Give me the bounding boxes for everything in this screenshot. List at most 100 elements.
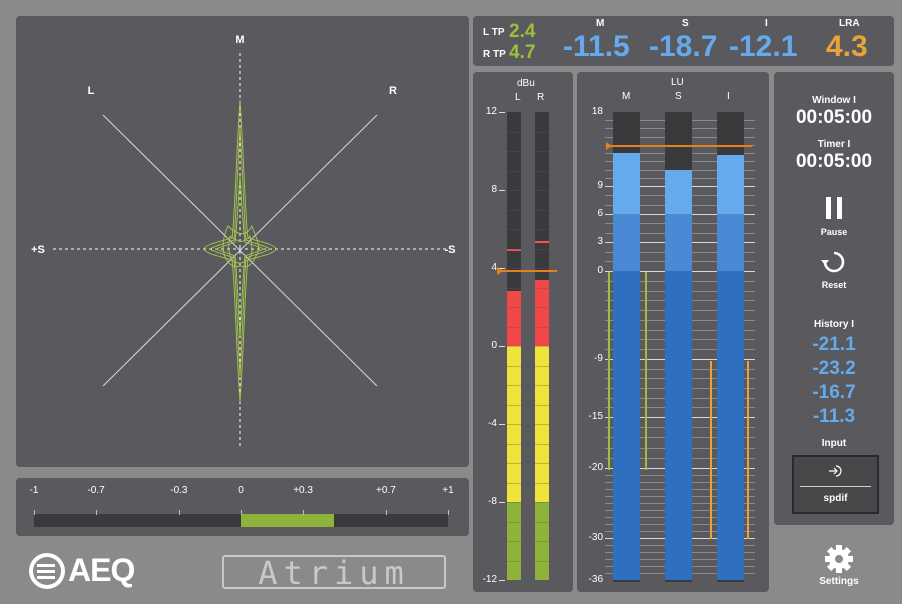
correlation-tick: +0.3 xyxy=(293,485,313,496)
l-tp-label: L TP xyxy=(483,27,505,38)
lu-bar-s xyxy=(665,112,692,582)
dbu-scale-label: 8 xyxy=(491,184,497,195)
meter-segment xyxy=(717,271,744,580)
range-marker-green-1 xyxy=(608,272,610,470)
dbu-meter-panel: dBu L R 12 8 4 0 -4 -8 -12 xyxy=(473,72,573,592)
meter-grid xyxy=(535,560,549,562)
s-label: S xyxy=(682,18,689,29)
meter-grid xyxy=(535,346,549,347)
aeq-logo: AEQ xyxy=(26,549,166,593)
atrium-logo: Atrium xyxy=(222,555,446,589)
correlation-tick-mark xyxy=(385,510,387,515)
meter-grid xyxy=(507,560,521,562)
lu-ch-m: M xyxy=(622,91,631,102)
meter-segment xyxy=(717,214,744,271)
dbu-scale-label: 12 xyxy=(485,106,497,117)
dbu-scale-label: 0 xyxy=(491,340,497,351)
dbu-title: dBu xyxy=(517,78,535,89)
lu-meter-panel: LU M S I 18 9 6 3 0 -9 -15 -20 -30 -36 xyxy=(577,72,769,592)
dbu-scale-tick xyxy=(499,346,505,347)
timer-value: 00:05:00 xyxy=(795,151,873,172)
meter-grid xyxy=(507,229,521,230)
meter-grid xyxy=(535,443,549,445)
input-icon xyxy=(829,465,842,477)
lu-scale-label: 0 xyxy=(597,265,603,276)
lu-target-marker xyxy=(607,144,752,147)
aeq-logo-text: AEQ xyxy=(68,552,135,588)
meter-grid xyxy=(507,424,521,425)
settings-button[interactable]: Settings xyxy=(812,543,866,593)
correlation-tick-mark xyxy=(96,510,98,515)
i-label: I xyxy=(765,18,768,29)
meter-grid xyxy=(507,170,521,172)
meter-grid xyxy=(507,541,521,542)
vectorscope-label-l: L xyxy=(88,85,95,97)
lu-scale-label: 6 xyxy=(597,208,603,219)
meter-segment xyxy=(665,169,692,214)
meter-grid xyxy=(507,502,521,503)
m-label: M xyxy=(596,18,605,29)
correlation-tick: +0.7 xyxy=(376,485,396,496)
dbu-scale-label: -8 xyxy=(488,496,497,507)
meter-grid xyxy=(535,385,549,386)
meter-grid xyxy=(535,268,549,269)
lu-scale-label: -15 xyxy=(588,411,603,422)
input-selector[interactable]: spdif xyxy=(792,455,879,514)
l-tp-value: 2.4 xyxy=(509,21,536,42)
input-value: spdif xyxy=(823,493,848,504)
range-marker-orange-2 xyxy=(747,361,749,539)
range-marker-green-2 xyxy=(645,272,647,470)
meter-segment xyxy=(613,214,640,271)
meter-grid xyxy=(535,463,549,464)
history-list: -21.1 -23.2 -16.7 -11.3 xyxy=(774,333,894,429)
meter-grid xyxy=(507,404,521,406)
meter-segment xyxy=(535,279,549,346)
pause-label: Pause xyxy=(820,227,848,237)
meter-grid xyxy=(535,424,549,425)
meter-grid xyxy=(535,326,549,328)
meter-grid xyxy=(535,229,549,230)
correlation-tick-mark xyxy=(178,510,180,515)
dbu-reference-arrow-icon xyxy=(497,266,503,275)
correlation-tick-mark xyxy=(34,510,35,515)
lra-value: 4.3 xyxy=(826,30,868,63)
meter-grid xyxy=(535,502,549,503)
meter-grid xyxy=(507,209,521,211)
lu-bar-i xyxy=(717,112,744,582)
window-label: Window I xyxy=(812,95,856,106)
meter-grid xyxy=(507,365,521,367)
meter-grid xyxy=(535,482,549,484)
meter-grid xyxy=(535,131,549,133)
vectorscope-panel: M L R +S -S xyxy=(16,16,469,467)
pause-button[interactable]: Pause xyxy=(814,194,854,240)
lu-bar-m xyxy=(613,112,640,582)
history-item: -11.3 xyxy=(812,406,856,427)
correlation-panel: -1 -0.7 -0.3 0 +0.3 +0.7 +1 xyxy=(16,478,469,536)
dbu-ch-l: L xyxy=(515,92,521,103)
correlation-tick: +1 xyxy=(442,485,454,496)
dbu-scale-tick xyxy=(499,424,505,425)
meter-grid xyxy=(535,287,549,289)
correlation-tick: -1 xyxy=(29,485,39,496)
correlation-tick: -0.3 xyxy=(170,485,188,496)
correlation-tick: 0 xyxy=(238,485,244,496)
dbu-scale-tick xyxy=(499,112,505,113)
lu-scale-label: -30 xyxy=(588,532,603,543)
readout-panel: L TP 2.4 R TP 4.7 M -11.5 S -18.7 I -12.… xyxy=(473,16,894,66)
meter-segment xyxy=(613,271,640,580)
meter-grid xyxy=(507,521,521,523)
history-label: History I xyxy=(813,319,854,330)
peak-hold-marker xyxy=(535,240,549,243)
correlation-bar xyxy=(34,510,449,527)
r-tp-value: 4.7 xyxy=(509,42,536,63)
meter-grid xyxy=(507,482,521,484)
history-item: -16.7 xyxy=(812,382,856,403)
reset-label: Reset xyxy=(821,280,847,290)
reset-button[interactable]: Reset xyxy=(814,248,854,294)
dbu-scale-label: 4 xyxy=(491,262,497,273)
history-item: -21.1 xyxy=(812,334,856,355)
lu-scale-label: 9 xyxy=(597,180,603,191)
dbu-scale-label: -12 xyxy=(482,574,497,585)
window-value: 00:05:00 xyxy=(795,107,873,128)
meter-grid xyxy=(507,151,521,152)
